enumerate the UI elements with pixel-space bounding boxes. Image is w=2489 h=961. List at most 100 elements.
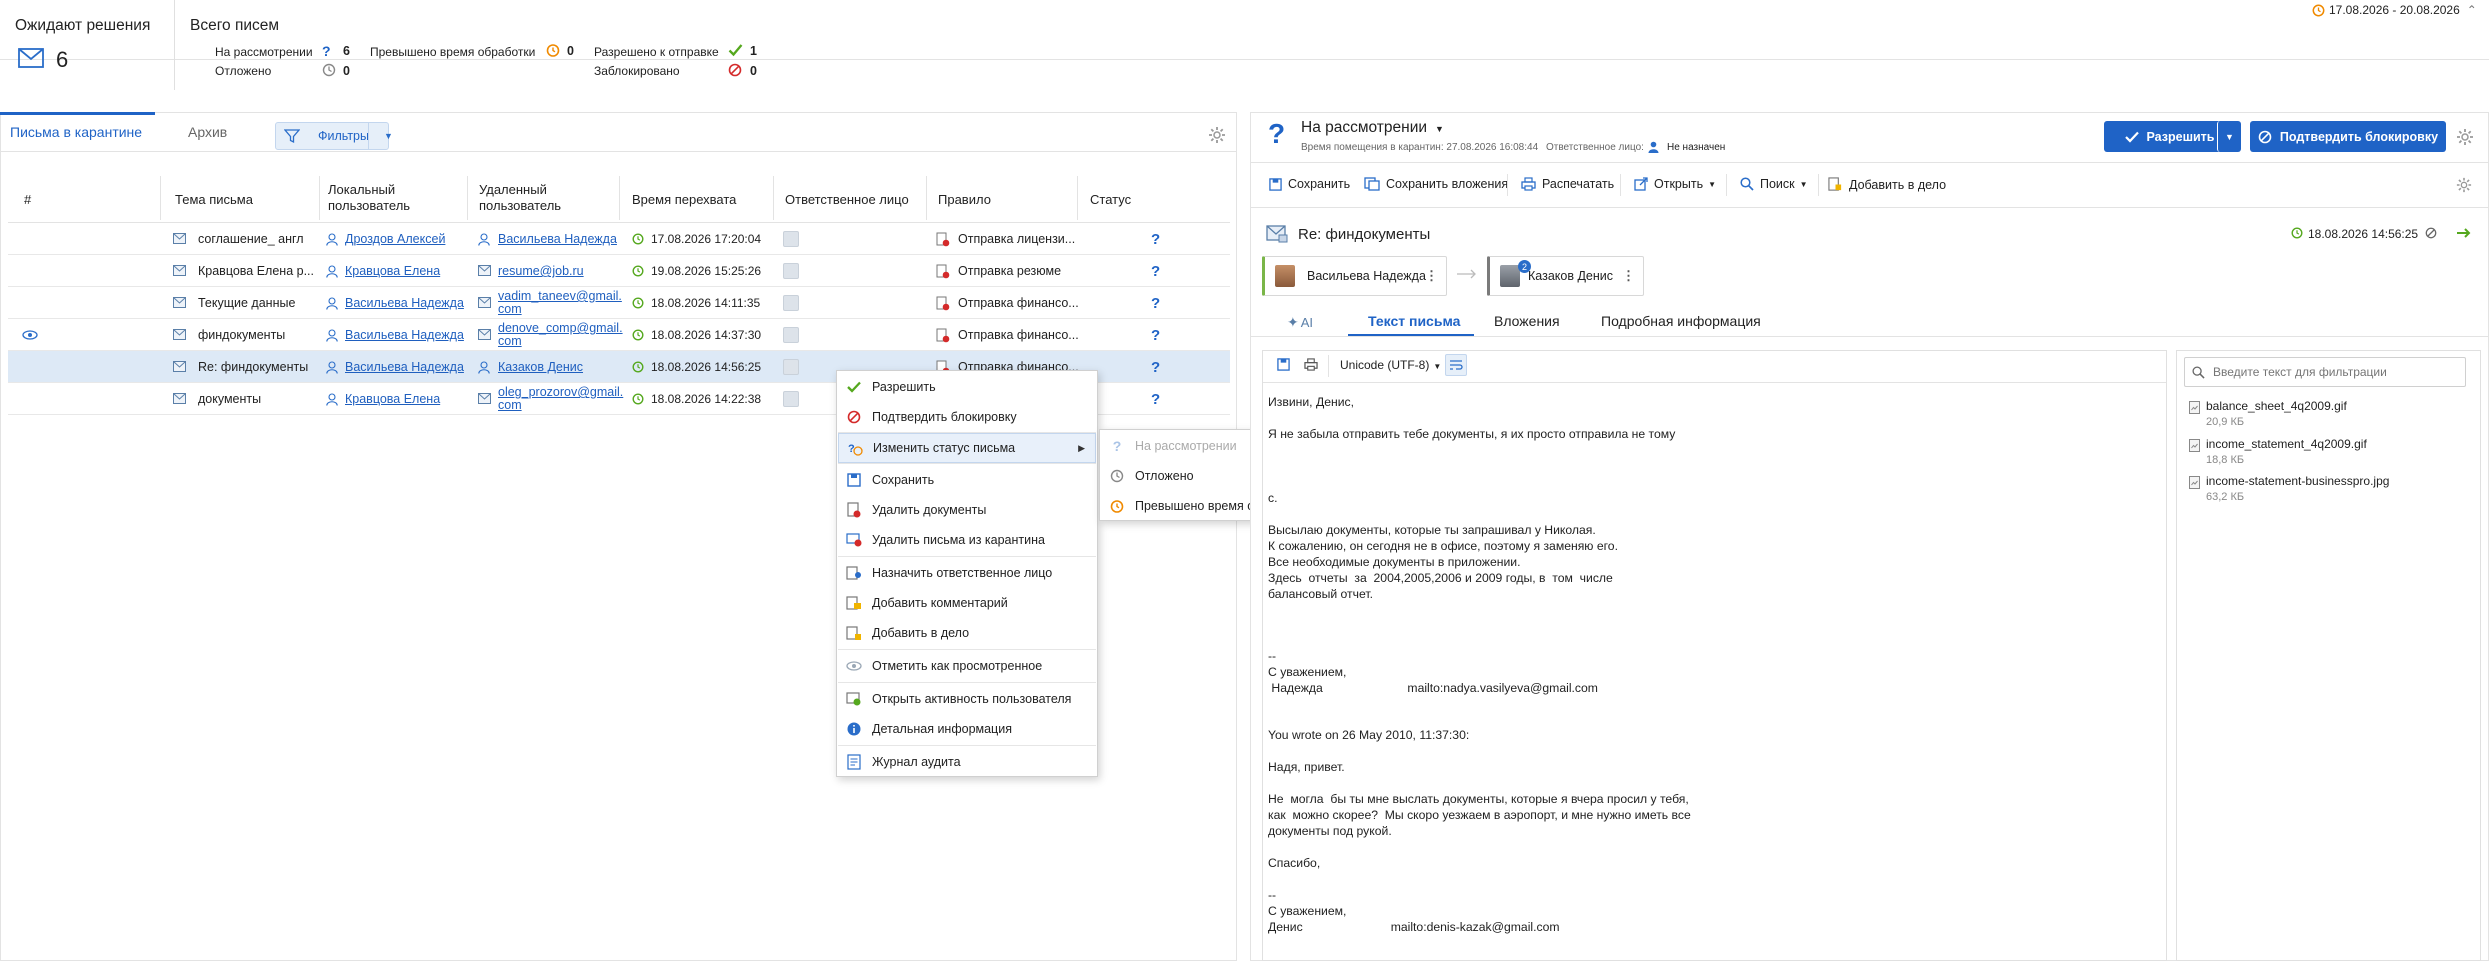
tab-attachments[interactable]: Вложения [1494,313,1560,329]
recipient-chip[interactable]: 2 Казаков Денис ⋮ [1487,256,1644,296]
table-row[interactable]: Текущие данные Васильева Надежда vadim_tan… [8,287,1230,319]
remote-user-link[interactable]: denove_comp@gmail.com [498,322,628,348]
local-user-link[interactable]: Васильева Надежда [345,296,464,310]
wrap-text-button[interactable] [1445,354,1467,376]
postponed-label: Отложено [215,64,272,78]
remote-user-link[interactable]: vadim_taneev@gmail.com [498,290,628,316]
tab-ai[interactable]: ✦ AI [1287,314,1313,331]
confirm-block-label: Подтвердить блокировку [2279,129,2439,144]
toolbar-open[interactable]: Открыть ▼ [1634,177,1716,191]
toolbar-save-attachments[interactable]: Сохранить вложения [1364,177,1508,191]
local-user-cell[interactable]: Дроздов Алексей [345,223,467,255]
gear-icon[interactable] [1208,126,1226,144]
encoding-select[interactable]: Unicode (UTF-8) ▼ [1340,358,1441,372]
menu-mark-viewed[interactable]: Отметить как просмотренное [838,651,1096,681]
filter-input-box[interactable] [2184,357,2466,387]
remote-user-cell[interactable]: denove_comp@gmail.com [498,319,628,351]
local-user-link[interactable]: Дроздов Алексей [345,232,445,246]
tab-quarantine[interactable]: Письма в карантине [10,124,142,140]
tab-active-underline [0,112,155,115]
col-status[interactable]: Статус [1090,192,1131,208]
remote-user-link[interactable]: Васильева Надежда [498,232,617,246]
date-range[interactable]: 17.08.2026 - 20.08.2026 ⌃ [2312,3,2477,17]
more-icon[interactable]: ⋮ [1622,268,1635,284]
sender-chip[interactable]: Васильева Надежда ⋮ [1262,256,1447,296]
toolbar-add-to-case[interactable]: Добавить в дело [1828,177,1946,192]
remote-user-cell[interactable]: oleg_prozorov@gmail.com [498,383,628,415]
col-responsible[interactable]: Ответственное лицо [785,192,909,208]
remote-user-link[interactable]: resume@job.ru [498,264,584,278]
col-time[interactable]: Время перехвата [632,192,736,208]
menu-delete-docs[interactable]: Удалить документы [838,495,1096,525]
attachment-name[interactable]: income_statement_4q2009.gif [2206,437,2367,451]
attachment-name[interactable]: income-statement-businesspro.jpg [2206,474,2389,488]
toolbar-search[interactable]: Поиск ▼ [1740,177,1808,191]
remote-user-cell[interactable]: Васильева Надежда [498,223,628,255]
filters-button[interactable]: Фильтры ▼ [275,122,393,150]
local-user-link[interactable]: Кравцова Елена [345,392,440,406]
gear-icon[interactable] [2456,177,2472,193]
remote-user-link[interactable]: oleg_prozorov@gmail.com [498,386,628,412]
blocked-icon[interactable] [2425,227,2437,239]
local-user-link[interactable]: Васильева Надежда [345,360,464,374]
local-user-cell[interactable]: Васильева Надежда [345,351,467,383]
tab-archive[interactable]: Архив [188,124,227,140]
allow-button[interactable]: Разрешить [2104,121,2235,152]
local-user-cell[interactable]: Кравцова Елена [345,383,467,415]
filter-input[interactable] [2213,365,2453,379]
filters-label: Фильтры [318,129,369,143]
menu-user-activity[interactable]: Открыть активность пользователя [838,684,1096,714]
col-rule[interactable]: Правило [938,192,991,208]
body-line: документы под рукой. [1268,824,1392,838]
table-row[interactable]: соглашение_ англ Дроздов Алексей Васильева… [8,223,1230,255]
col-sep [160,176,161,220]
menu-add-comment[interactable]: Добавить комментарий [838,588,1096,618]
rule-icon [936,319,950,351]
col-subject[interactable]: Тема письма [175,192,253,208]
body-line: Надежда mailto:nadya.vasilyeva@gmail.com [1268,681,1598,695]
tab-message-text[interactable]: Текст письма [1368,313,1460,329]
placed-time: Время помещения в карантин: 27.08.2026 1… [1301,142,1539,153]
menu-assign-responsible[interactable]: Назначить ответственное лицо [838,558,1096,588]
tab-details[interactable]: Подробная информация [1601,313,1761,329]
blocked-icon [728,63,742,77]
menu-allow[interactable]: Разрешить [838,372,1096,402]
local-user-link[interactable]: Кравцова Елена [345,264,440,278]
responsible-value[interactable]: Не назначен [1667,142,1725,153]
local-user-cell[interactable]: Васильева Надежда [345,319,467,351]
table-row[interactable]: Кравцова Елена р... Кравцова Елена resume@… [8,255,1230,287]
remote-user-cell[interactable]: Казаков Денис [498,351,628,383]
forward-arrow-icon[interactable] [2456,226,2472,240]
more-icon[interactable]: ⋮ [1425,268,1438,284]
menu-add-to-case[interactable]: Добавить в дело [838,618,1096,648]
col-local-user[interactable]: Локальный пользователь [328,182,418,214]
remote-user-cell[interactable]: vadim_taneev@gmail.com [498,287,628,319]
local-user-cell[interactable]: Васильева Надежда [345,287,467,319]
confirm-block-button[interactable]: Подтвердить блокировку [2250,121,2446,152]
menu-details[interactable]: Детальная информация [838,714,1096,744]
allow-dropdown-button[interactable]: ▼ [2217,121,2241,152]
menu-save[interactable]: Сохранить [838,465,1096,495]
filters-dropdown-arrow[interactable]: ▼ [384,131,393,141]
clock-icon [632,255,644,287]
remote-user-cell[interactable]: resume@job.ru [498,255,628,287]
toolbar-save[interactable]: Сохранить [1269,177,1350,191]
attachment-name[interactable]: balance_sheet_4q2009.gif [2206,399,2347,413]
eye-icon [22,319,38,351]
gear-icon[interactable] [2456,128,2474,146]
menu-delete-from-quarantine[interactable]: Удалить письма из карантина [838,525,1096,555]
toolbar-print[interactable]: Распечатать [1521,177,1614,191]
menu-mark-viewed-label: Отметить как просмотренное [872,659,1043,673]
menu-change-status[interactable]: ? Изменить статус письма ▶ [838,433,1096,463]
col-remote-user[interactable]: Удаленный пользователь [479,182,569,214]
remote-user-link[interactable]: Казаков Денис [498,360,583,374]
menu-confirm-block[interactable]: Подтвердить блокировку [838,402,1096,432]
save-icon[interactable] [1277,358,1290,371]
table-row[interactable]: финдокументы Васильева Надежда denove_comp… [8,319,1230,351]
local-user-cell[interactable]: Кравцова Елена [345,255,467,287]
status-title[interactable]: На рассмотрении ▼ [1301,119,1444,137]
local-user-link[interactable]: Васильева Надежда [345,328,464,342]
menu-audit-log[interactable]: Журнал аудита [838,747,1096,777]
print-icon[interactable] [1304,358,1318,371]
col-sep [773,176,774,220]
